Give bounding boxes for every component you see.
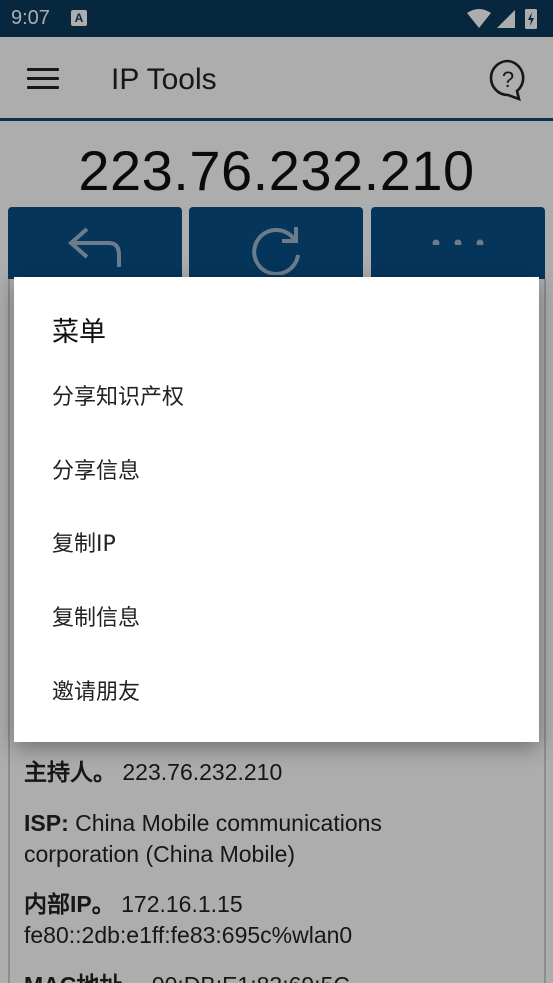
menu-dialog: 菜单 分享知识产权 分享信息 复制IP 复制信息 邀请朋友 xyxy=(14,277,539,742)
menu-item-share-info[interactable]: 分享信息 xyxy=(52,452,512,492)
menu-item-share-ip[interactable]: 分享知识产权 xyxy=(52,378,512,418)
menu-item-invite-friends[interactable]: 邀请朋友 xyxy=(52,673,512,713)
menu-item-copy-ip[interactable]: 复制IP xyxy=(52,525,512,565)
dialog-title: 菜单 xyxy=(52,317,106,348)
menu-item-copy-info[interactable]: 复制信息 xyxy=(52,599,512,639)
